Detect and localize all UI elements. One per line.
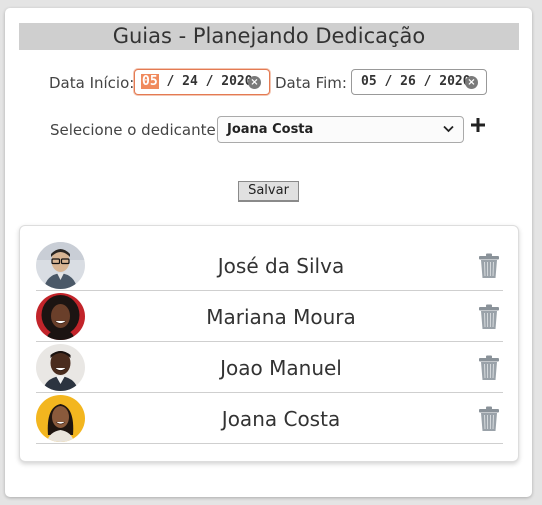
avatar-man-smiling [36, 344, 85, 391]
trash-icon[interactable] [478, 304, 500, 330]
clear-icon[interactable]: × [248, 76, 261, 89]
list-item: Mariana Moura [36, 292, 503, 342]
start-day[interactable]: 24 [182, 74, 198, 89]
start-month[interactable]: 05 [141, 74, 159, 89]
start-date-label: Data Início: [49, 74, 135, 92]
dedicant-list: José da Silva Mariana Moura Joao Manuel … [19, 225, 519, 462]
list-item: Joao Manuel [36, 343, 503, 393]
start-date-input[interactable]: 05 / 24 / 2020 × [134, 69, 270, 95]
list-item-name: Mariana Moura [206, 305, 356, 329]
chevron-down-icon [443, 125, 454, 133]
list-item: José da Silva [36, 241, 503, 291]
start-sep-1: / [166, 74, 175, 89]
list-item-name: Joana Costa [221, 407, 341, 431]
end-sep-2: / [423, 74, 432, 89]
avatar-woman-curly [36, 293, 85, 340]
trash-icon[interactable] [478, 355, 500, 381]
start-sep-2: / [205, 74, 214, 89]
end-date-input[interactable]: 05 / 26 / 2020 × [351, 69, 487, 95]
end-sep-1: / [384, 74, 393, 89]
dedicant-selected-value: Joana Costa [227, 122, 314, 137]
clear-icon[interactable]: × [465, 76, 478, 89]
avatar-woman-yellow [36, 395, 85, 442]
list-item: Joana Costa [36, 394, 503, 444]
end-month[interactable]: 05 [361, 74, 377, 89]
avatar-man-glasses [36, 242, 85, 289]
list-item-name: Joao Manuel [220, 356, 342, 380]
list-item-name: José da Silva [217, 254, 345, 278]
save-button[interactable]: Salvar [238, 181, 299, 202]
end-day[interactable]: 26 [400, 74, 416, 89]
trash-icon[interactable] [478, 253, 500, 279]
plus-icon[interactable] [470, 117, 486, 133]
end-date-label: Data Fim: [275, 74, 347, 92]
trash-icon[interactable] [478, 406, 500, 432]
dedicant-select[interactable]: Joana Costa [217, 116, 464, 143]
dedicant-label: Selecione o dedicante: [50, 121, 221, 139]
page-title: Guias - Planejando Dedicação [19, 23, 519, 50]
